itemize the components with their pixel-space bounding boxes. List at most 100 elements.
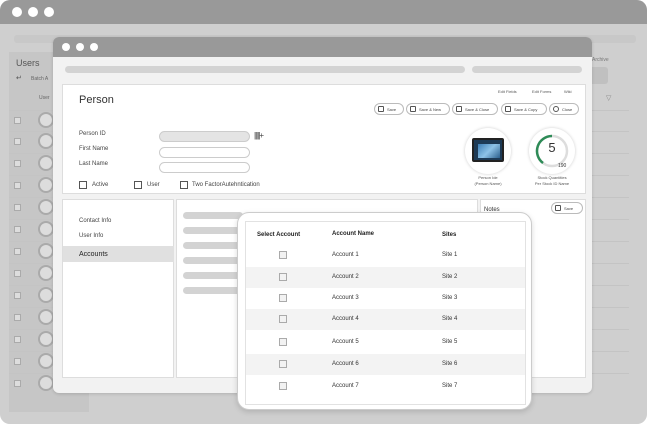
avatar-icon	[38, 309, 54, 325]
person-image-circle[interactable]	[465, 128, 511, 174]
window-dot-icon	[28, 7, 38, 17]
placeholder-bar	[183, 227, 243, 234]
table-row[interactable]	[246, 309, 525, 330]
avatar-icon	[38, 265, 54, 281]
filter-icon: ▽	[606, 95, 612, 102]
window-dot-icon	[62, 43, 70, 51]
background-window-titlebar	[0, 0, 647, 24]
select-account-checkbox[interactable]	[279, 273, 287, 281]
notes-save-label: Save	[564, 205, 574, 211]
avatar-icon	[38, 112, 54, 128]
window-dot-icon	[44, 7, 54, 17]
site-cell: Site 6	[442, 361, 458, 367]
sidebar-item-accounts[interactable]: Accounts	[79, 251, 108, 258]
save-icon	[378, 106, 384, 112]
save-new-button[interactable]: Save & New	[406, 103, 450, 115]
background-row-checkbox	[14, 358, 21, 365]
placeholder-bar	[183, 272, 243, 279]
edit-forms-link[interactable]: Edit Forms	[532, 89, 551, 94]
account-name-cell: Account 6	[332, 361, 359, 367]
background-row-checkbox	[14, 182, 21, 189]
first-name-label: First Name	[79, 146, 109, 152]
sidebar-item-user-info[interactable]: User Info	[79, 233, 103, 239]
site-cell: Site 2	[442, 274, 458, 280]
account-name-cell: Account 2	[332, 274, 359, 280]
page-title: Person	[79, 94, 114, 106]
barcode-icon[interactable]: |||||+	[254, 131, 264, 140]
close-button[interactable]: Close	[549, 103, 579, 115]
person-id-field[interactable]	[159, 131, 250, 142]
select-account-checkbox[interactable]	[279, 294, 287, 302]
background-row-checkbox	[14, 160, 21, 167]
select-account-checkbox[interactable]	[279, 338, 287, 346]
table-row[interactable]	[246, 376, 525, 397]
close-icon	[553, 106, 559, 112]
first-name-field[interactable]	[159, 147, 250, 158]
close-button-label: Close	[562, 106, 573, 112]
avatar-icon	[38, 155, 54, 171]
background-row-checkbox	[14, 292, 21, 299]
background-subheading: Batch A	[31, 76, 49, 82]
wiki-link[interactable]: Wiki	[564, 89, 572, 94]
save-copy-button[interactable]: Save & Copy	[501, 103, 547, 115]
save-new-button-label: Save & New	[419, 106, 442, 112]
select-account-checkbox[interactable]	[279, 382, 287, 390]
placeholder-bar	[183, 287, 243, 294]
background-row-checkbox	[14, 270, 21, 277]
background-users-title: Users	[16, 58, 40, 68]
background-archive-label: Archive	[592, 57, 609, 63]
avatar-icon	[38, 353, 54, 369]
active-checkbox[interactable]	[79, 181, 87, 189]
avatar-icon	[38, 199, 54, 215]
save-copy-button-label: Save & Copy	[514, 106, 538, 112]
stock-subcaption: Per Stock ID Name	[534, 181, 570, 186]
background-row-checkbox	[14, 314, 21, 321]
avatar-icon	[38, 331, 54, 347]
person-window-titlebar	[53, 37, 592, 57]
table-row[interactable]	[246, 332, 525, 353]
notes-save-button[interactable]: Save	[551, 202, 583, 214]
two-factor-label: Two FactorAutehntication	[192, 182, 260, 188]
select-account-checkbox[interactable]	[279, 251, 287, 259]
sites-header: Sites	[442, 232, 457, 238]
placeholder-bar	[183, 212, 243, 219]
user-checkbox[interactable]	[134, 181, 142, 189]
site-cell: Site 7	[442, 383, 458, 389]
account-name-cell: Account 5	[332, 339, 359, 345]
placeholder-bar	[183, 242, 243, 249]
background-row-checkbox	[14, 204, 21, 211]
edit-fields-link[interactable]: Edit Fields	[498, 89, 517, 94]
placeholder-bar	[65, 66, 465, 73]
account-name-cell: Account 4	[332, 316, 359, 322]
stock-circle[interactable]: 5 190	[529, 128, 575, 174]
save-copy-icon	[505, 106, 511, 112]
placeholder-bar	[183, 257, 243, 264]
person-id-label: Person ID	[79, 131, 106, 137]
background-row-checkbox	[14, 380, 21, 387]
select-account-checkbox[interactable]	[279, 315, 287, 323]
avatar-icon	[38, 243, 54, 259]
background-row-checkbox	[14, 226, 21, 233]
tablet-screen	[478, 144, 500, 158]
avatar-icon	[38, 375, 54, 391]
two-factor-checkbox[interactable]	[180, 181, 188, 189]
save-button[interactable]: Save	[374, 103, 404, 115]
back-arrow-icon: ↵	[16, 75, 22, 82]
save-icon	[555, 205, 561, 211]
select-account-checkbox[interactable]	[279, 360, 287, 368]
save-close-button[interactable]: Save & Close	[452, 103, 498, 115]
table-row[interactable]	[246, 245, 525, 266]
window-dot-icon	[12, 7, 22, 17]
table-row[interactable]	[246, 354, 525, 375]
stock-value: 5	[548, 140, 556, 155]
site-cell: Site 3	[442, 295, 458, 301]
table-row[interactable]	[246, 267, 525, 288]
save-close-button-label: Save & Close	[465, 106, 490, 112]
last-name-field[interactable]	[159, 162, 250, 173]
account-name-cell: Account 1	[332, 252, 359, 258]
table-row[interactable]	[246, 288, 525, 309]
user-label: User	[147, 182, 160, 188]
sidebar	[62, 199, 174, 378]
sidebar-item-contact-info[interactable]: Contact Info	[79, 218, 111, 224]
save-button-label: Save	[387, 106, 397, 112]
